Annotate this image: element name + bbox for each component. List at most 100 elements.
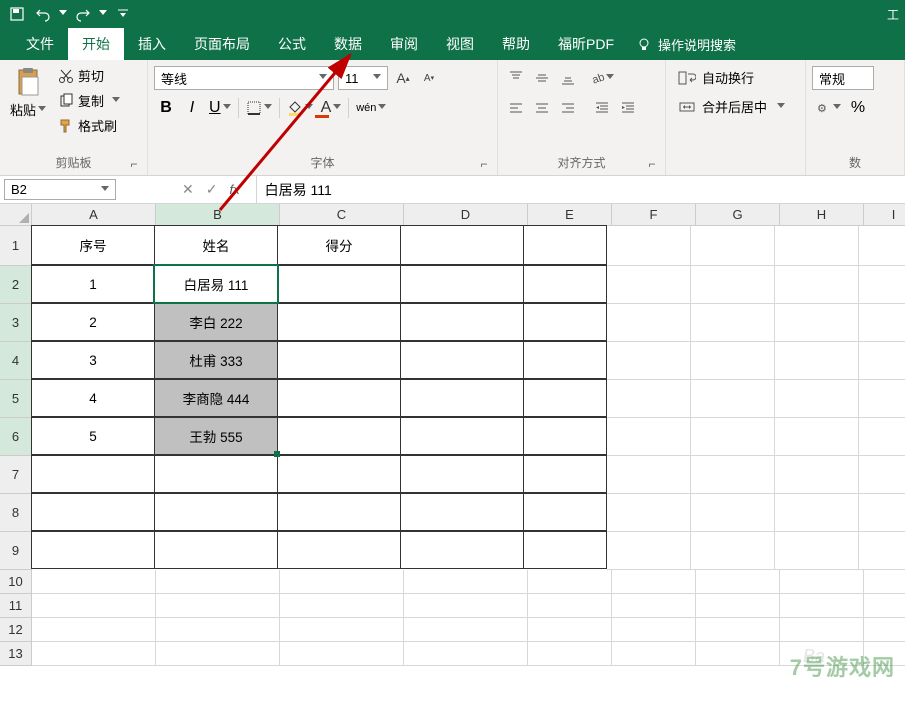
cell-A5[interactable]: 4 bbox=[31, 379, 155, 417]
row-header-10[interactable]: 10 bbox=[0, 570, 32, 594]
tab-help[interactable]: 帮助 bbox=[488, 28, 544, 60]
font-size-select[interactable]: 11 bbox=[338, 66, 388, 90]
cell-C3[interactable] bbox=[277, 303, 401, 341]
cell-F12[interactable] bbox=[612, 618, 696, 642]
cell-G9[interactable] bbox=[691, 532, 775, 570]
row-header-7[interactable]: 7 bbox=[0, 456, 32, 494]
row-header-1[interactable]: 1 bbox=[0, 226, 32, 266]
number-format-select[interactable]: 常规 bbox=[812, 66, 874, 90]
cell-G3[interactable] bbox=[691, 304, 775, 342]
cell-F9[interactable] bbox=[607, 532, 691, 570]
row-header-3[interactable]: 3 bbox=[0, 304, 32, 342]
cell-E11[interactable] bbox=[528, 594, 612, 618]
cell-H3[interactable] bbox=[775, 304, 859, 342]
accounting-format-button[interactable]: ⚙ bbox=[812, 96, 844, 120]
align-launcher[interactable]: ⌐ bbox=[645, 157, 659, 171]
indent-increase-button[interactable] bbox=[616, 96, 640, 120]
cell-F10[interactable] bbox=[612, 570, 696, 594]
cell-H1[interactable] bbox=[775, 226, 859, 266]
cell-A8[interactable] bbox=[31, 493, 155, 531]
fill-color-button[interactable] bbox=[284, 96, 316, 120]
cell-A9[interactable] bbox=[31, 531, 155, 569]
cell-I11[interactable] bbox=[864, 594, 905, 618]
shrink-font-button[interactable]: A▾ bbox=[418, 66, 440, 90]
cell-A1[interactable]: 序号 bbox=[31, 225, 155, 265]
cell-E9[interactable] bbox=[523, 531, 607, 569]
font-launcher[interactable]: ⌐ bbox=[477, 157, 491, 171]
qat-customize-icon[interactable] bbox=[112, 3, 134, 25]
cell-G1[interactable] bbox=[691, 226, 775, 266]
cell-D9[interactable] bbox=[400, 531, 524, 569]
cell-G12[interactable] bbox=[696, 618, 780, 642]
col-header-H[interactable]: H bbox=[780, 204, 864, 226]
cell-H4[interactable] bbox=[775, 342, 859, 380]
cell-I10[interactable] bbox=[864, 570, 905, 594]
cell-F2[interactable] bbox=[607, 266, 691, 304]
align-top-button[interactable] bbox=[504, 66, 528, 90]
cell-E2[interactable] bbox=[523, 265, 607, 303]
cell-B7[interactable] bbox=[154, 455, 278, 493]
row-header-11[interactable]: 11 bbox=[0, 594, 32, 618]
cell-I7[interactable] bbox=[859, 456, 905, 494]
cell-D2[interactable] bbox=[400, 265, 524, 303]
row-header-4[interactable]: 4 bbox=[0, 342, 32, 380]
align-bottom-button[interactable] bbox=[556, 66, 580, 90]
cell-H11[interactable] bbox=[780, 594, 864, 618]
cell-I2[interactable] bbox=[859, 266, 905, 304]
cell-I6[interactable] bbox=[859, 418, 905, 456]
select-all-corner[interactable] bbox=[0, 204, 32, 226]
cell-C13[interactable] bbox=[280, 642, 404, 666]
cell-G4[interactable] bbox=[691, 342, 775, 380]
underline-button[interactable]: U bbox=[206, 96, 234, 120]
cell-I9[interactable] bbox=[859, 532, 905, 570]
cell-G7[interactable] bbox=[691, 456, 775, 494]
save-icon[interactable] bbox=[6, 3, 28, 25]
cell-D11[interactable] bbox=[404, 594, 528, 618]
tab-foxit-pdf[interactable]: 福昕PDF bbox=[544, 28, 628, 60]
cell-I4[interactable] bbox=[859, 342, 905, 380]
cell-D4[interactable] bbox=[400, 341, 524, 379]
font-color-button[interactable]: A bbox=[318, 96, 345, 120]
cell-I1[interactable] bbox=[859, 226, 905, 266]
cell-F11[interactable] bbox=[612, 594, 696, 618]
cell-H5[interactable] bbox=[775, 380, 859, 418]
cell-B5[interactable]: 李商隐 444 bbox=[154, 379, 278, 417]
undo-icon[interactable] bbox=[32, 3, 54, 25]
cancel-formula-button[interactable]: ✕ bbox=[182, 181, 194, 198]
cell-B3[interactable]: 李白 222 bbox=[154, 303, 278, 341]
cell-C5[interactable] bbox=[277, 379, 401, 417]
wrap-text-button[interactable]: 自动换行 bbox=[672, 66, 791, 89]
cell-H7[interactable] bbox=[775, 456, 859, 494]
cell-G2[interactable] bbox=[691, 266, 775, 304]
cell-F4[interactable] bbox=[607, 342, 691, 380]
cell-B8[interactable] bbox=[154, 493, 278, 531]
clipboard-launcher[interactable]: ⌐ bbox=[127, 157, 141, 171]
cell-I8[interactable] bbox=[859, 494, 905, 532]
cell-E10[interactable] bbox=[528, 570, 612, 594]
formula-input[interactable]: 白居易 111 bbox=[256, 176, 905, 203]
cell-B2[interactable]: 白居易 111 bbox=[154, 265, 278, 303]
tab-data[interactable]: 数据 bbox=[320, 28, 376, 60]
cell-E7[interactable] bbox=[523, 455, 607, 493]
cell-F6[interactable] bbox=[607, 418, 691, 456]
tab-view[interactable]: 视图 bbox=[432, 28, 488, 60]
cell-I12[interactable] bbox=[864, 618, 905, 642]
col-header-E[interactable]: E bbox=[528, 204, 612, 226]
cell-A12[interactable] bbox=[32, 618, 156, 642]
cell-C4[interactable] bbox=[277, 341, 401, 379]
cell-D13[interactable] bbox=[404, 642, 528, 666]
row-header-5[interactable]: 5 bbox=[0, 380, 32, 418]
cell-G5[interactable] bbox=[691, 380, 775, 418]
copy-button[interactable]: 复制 bbox=[54, 89, 124, 112]
cell-E13[interactable] bbox=[528, 642, 612, 666]
cell-C1[interactable]: 得分 bbox=[277, 225, 401, 265]
cell-H10[interactable] bbox=[780, 570, 864, 594]
cell-D12[interactable] bbox=[404, 618, 528, 642]
cell-G10[interactable] bbox=[696, 570, 780, 594]
cell-B13[interactable] bbox=[156, 642, 280, 666]
cell-E5[interactable] bbox=[523, 379, 607, 417]
cell-D6[interactable] bbox=[400, 417, 524, 455]
cell-B4[interactable]: 杜甫 333 bbox=[154, 341, 278, 379]
cell-I5[interactable] bbox=[859, 380, 905, 418]
cell-A2[interactable]: 1 bbox=[31, 265, 155, 303]
